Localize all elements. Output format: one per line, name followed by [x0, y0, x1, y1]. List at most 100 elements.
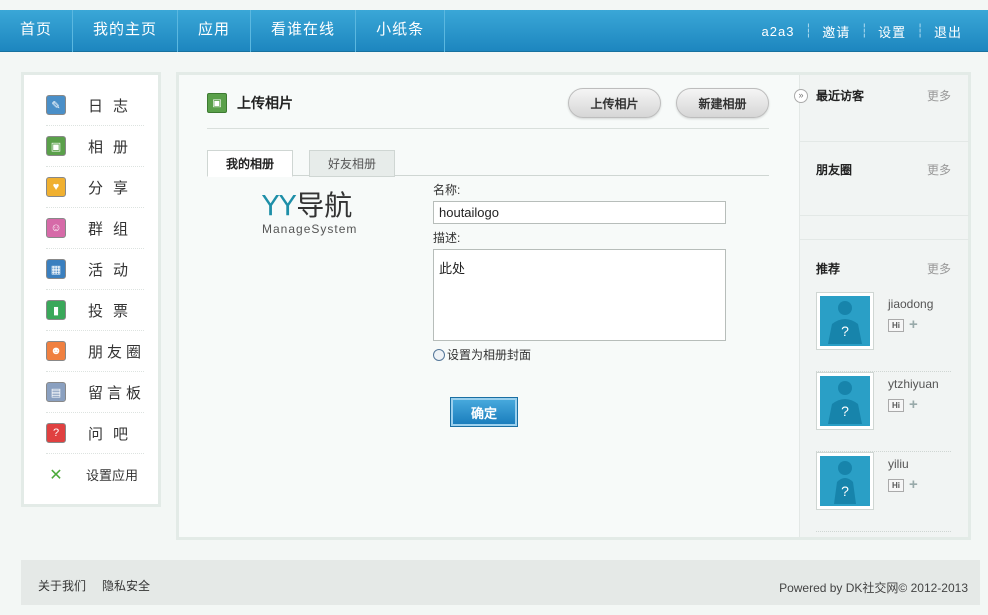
add-friend-button[interactable]: + — [909, 396, 918, 413]
right-sidebar: » 最近访客 更多 朋友圈 更多 推荐 更多 ? jiaodong Hi + ?… — [794, 75, 969, 537]
sidebar-item-question[interactable]: ? 问吧 — [46, 413, 144, 454]
say-hi-button[interactable]: Hi — [888, 319, 904, 332]
sidebar-item-label: 分享 — [88, 179, 139, 197]
guestbook-icon: ▤ — [46, 382, 66, 402]
name-label: 名称: — [433, 183, 461, 197]
friend-circle-more-link[interactable]: 更多 — [927, 161, 951, 178]
recommend-user-card: ? yiliu Hi + — [816, 452, 951, 532]
user-menu: a2a3 ┆ 邀请 ┆ 设置 ┆ 退出 — [758, 10, 966, 52]
avatar[interactable]: ? — [816, 372, 874, 430]
avatar[interactable]: ? — [816, 292, 874, 350]
tools-icon: ✕ — [49, 466, 63, 484]
logo-subtitle: ManageSystem — [262, 222, 358, 236]
sidebar-item-blog[interactable]: ✎ 日志 — [46, 85, 144, 126]
new-album-button[interactable]: 新建相册 — [676, 88, 769, 118]
cover-radio[interactable] — [433, 348, 445, 361]
submit-button[interactable]: 确定 — [450, 397, 518, 427]
top-navigation: 首页 我的主页 应用 看谁在线 小纸条 a2a3 ┆ 邀请 ┆ 设置 ┆ 退出 — [0, 10, 988, 52]
album-name-input[interactable] — [433, 201, 726, 224]
svg-text:?: ? — [841, 323, 849, 339]
add-friend-button[interactable]: + — [909, 476, 918, 493]
invite-link[interactable]: 邀请 — [818, 22, 854, 41]
svg-text:?: ? — [841, 483, 849, 499]
username-link[interactable]: a2a3 — [758, 24, 799, 39]
recommend-user-card: ? ytzhiyuan Hi + — [816, 372, 951, 452]
page-header: ▣ 上传相片 — [207, 93, 293, 113]
poll-icon: ▮ — [46, 300, 66, 320]
main-panel: ▣ 上传相片 上传相片 新建相册 我的相册 好友相册 YY导航 ManageSy… — [176, 72, 971, 540]
recommend-panel: 推荐 更多 ? jiaodong Hi + ? ytzhiyuan Hi + ?… — [800, 239, 969, 537]
add-friend-button[interactable]: + — [909, 316, 918, 333]
album-icon: ▣ — [46, 136, 66, 156]
say-hi-button[interactable]: Hi — [888, 479, 904, 492]
sidebar-item-label: 相册 — [88, 138, 139, 156]
nav-home[interactable]: 首页 — [0, 10, 74, 52]
sidebar-item-label: 投票 — [88, 302, 139, 320]
friends-icon: ☻ — [46, 341, 66, 361]
privacy-link[interactable]: 隐私安全 — [102, 577, 150, 594]
username-link[interactable]: ytzhiyuan — [888, 377, 939, 391]
recent-visitors-panel: 最近访客 更多 — [800, 75, 969, 142]
share-icon: ♥ — [46, 177, 66, 197]
sidebar-item-label: 群组 — [88, 220, 139, 238]
default-avatar-icon: ? — [820, 376, 870, 426]
sidebar-item-group[interactable]: ☺ 群组 — [46, 208, 144, 249]
main-menu: 首页 我的主页 应用 看谁在线 小纸条 — [0, 10, 446, 52]
settings-link[interactable]: 设置 — [874, 22, 910, 41]
page-title: 上传相片 — [237, 95, 293, 111]
group-icon: ☺ — [46, 218, 66, 238]
username-link[interactable]: yiliu — [888, 457, 909, 471]
question-icon: ? — [46, 423, 66, 443]
upload-section: ▣ 上传相片 上传相片 新建相册 我的相册 好友相册 YY导航 ManageSy… — [179, 75, 799, 537]
sidebar-item-label: 问吧 — [88, 425, 139, 443]
recent-visitors-more-link[interactable]: 更多 — [927, 87, 951, 104]
username-link[interactable]: jiaodong — [888, 297, 933, 311]
copyright-text: Powered by DK社交网© 2012-2013 — [779, 581, 968, 595]
about-us-link[interactable]: 关于我们 — [38, 577, 86, 594]
blog-icon: ✎ — [46, 95, 66, 115]
sidebar-item-album[interactable]: ▣ 相册 — [46, 126, 144, 167]
tab-friend-albums[interactable]: 好友相册 — [309, 150, 396, 177]
sidebar-item-poll[interactable]: ▮ 投票 — [46, 290, 144, 331]
say-hi-button[interactable]: Hi — [888, 399, 904, 412]
top-strip — [0, 0, 988, 10]
site-logo: YY导航 ManageSystem — [262, 188, 372, 236]
cover-label: 设置为相册封面 — [447, 348, 532, 362]
divider — [207, 128, 769, 129]
album-tabs: 我的相册 好友相册 — [207, 150, 769, 177]
photo-icon: ▣ — [207, 93, 227, 113]
upload-photo-button[interactable]: 上传相片 — [568, 88, 661, 118]
friend-circle-panel: 朋友圈 更多 — [800, 142, 969, 216]
logo-yy: YY — [262, 189, 297, 222]
sidebar-item-label: 留言板 — [88, 384, 146, 402]
svg-text:?: ? — [841, 403, 849, 419]
nav-apps[interactable]: 应用 — [178, 10, 252, 52]
separator: ┆ — [916, 23, 924, 38]
sidebar-item-guestbook[interactable]: ▤ 留言板 — [46, 372, 144, 413]
nav-who-online[interactable]: 看谁在线 — [251, 10, 357, 52]
tab-my-albums[interactable]: 我的相册 — [207, 150, 294, 177]
recommend-more-link[interactable]: 更多 — [927, 260, 951, 277]
recommend-user-card: ? jiaodong Hi + — [816, 292, 951, 372]
sidebar-item-app-settings[interactable]: ✕ 设置应用 — [46, 454, 144, 495]
nav-notes[interactable]: 小纸条 — [356, 10, 446, 52]
friend-circle-title: 朋友圈 — [816, 163, 853, 177]
sidebar-item-label: 设置应用 — [86, 468, 139, 483]
sidebar-item-friends[interactable]: ☻ 朋友圈 — [46, 331, 144, 372]
recommend-title: 推荐 — [816, 262, 841, 276]
default-female-avatar-icon: ? — [820, 456, 870, 506]
default-avatar-icon: ? — [820, 296, 870, 346]
avatar[interactable]: ? — [816, 452, 874, 510]
separator: ┆ — [804, 23, 813, 38]
page-footer: 关于我们 隐私安全 Powered by DK社交网© 2012-2013 — [21, 560, 980, 605]
sidebar-item-label: 日志 — [88, 97, 139, 115]
logo-nav: 导航 — [296, 190, 353, 221]
album-description-input[interactable]: 此处 — [433, 249, 726, 341]
logout-link[interactable]: 退出 — [930, 22, 966, 41]
sidebar-item-event[interactable]: ▦ 活动 — [46, 249, 144, 290]
nav-my-page[interactable]: 我的主页 — [73, 10, 179, 52]
set-cover-option[interactable]: 设置为相册封面 — [433, 346, 531, 363]
event-icon: ▦ — [46, 259, 66, 279]
sidebar-item-label: 活动 — [88, 261, 139, 279]
sidebar-item-share[interactable]: ♥ 分享 — [46, 167, 144, 208]
